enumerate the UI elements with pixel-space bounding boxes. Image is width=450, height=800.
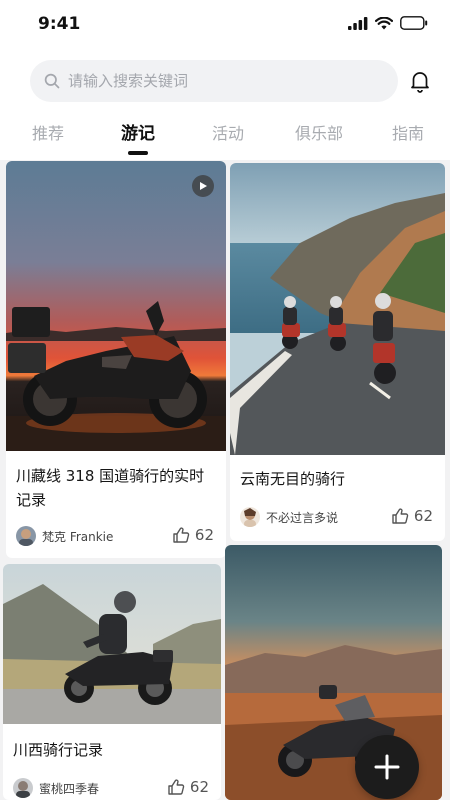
tab-clubs[interactable]: 俱乐部 <box>295 120 343 144</box>
tab-recommend[interactable]: 推荐 <box>32 120 64 144</box>
post-author[interactable]: 不必过言多说 <box>240 507 338 527</box>
cellular-signal-icon <box>348 16 368 30</box>
bell-icon <box>411 72 429 93</box>
post-image <box>3 564 221 724</box>
active-tab-indicator <box>128 151 148 155</box>
post-title: 云南无目的骑行 <box>240 470 346 488</box>
plus-icon <box>374 754 400 780</box>
author-name: 蜜桃四季春 <box>39 781 100 796</box>
search-icon <box>44 73 60 89</box>
status-icons <box>348 16 428 30</box>
play-icon <box>200 182 207 190</box>
thumbs-up-icon <box>392 508 409 524</box>
status-time: 9:41 <box>38 14 81 34</box>
post-card[interactable]: 川藏线 318 国道骑行的实时记录 梵克 Frankie 62 <box>6 161 226 558</box>
post-card[interactable]: 云南无目的骑行 不必过言多说 62 <box>230 163 445 541</box>
wifi-icon <box>375 16 393 29</box>
like-button[interactable]: 62 <box>391 507 433 525</box>
post-author[interactable]: 梵克 Frankie <box>16 526 113 546</box>
notification-button[interactable] <box>408 69 432 97</box>
like-button[interactable]: 62 <box>172 526 214 544</box>
header: 9:41 请输入搜索关键词 推荐 游记 活动 俱乐部 指南 <box>0 0 450 160</box>
post-image <box>230 163 445 455</box>
post-image <box>6 161 226 451</box>
tab-events[interactable]: 活动 <box>212 120 244 144</box>
author-name: 梵克 Frankie <box>42 529 114 544</box>
create-post-button[interactable] <box>355 735 419 799</box>
avatar <box>13 778 33 798</box>
avatar <box>16 526 36 546</box>
post-title: 川西骑行记录 <box>13 741 104 759</box>
avatar <box>240 507 260 527</box>
like-count: 62 <box>189 778 209 796</box>
status-bar: 9:41 <box>0 0 450 48</box>
post-author[interactable]: 蜜桃四季春 <box>13 778 99 798</box>
category-tabs: 推荐 游记 活动 俱乐部 指南 <box>0 112 450 156</box>
thumbs-up-icon <box>173 527 190 543</box>
search-input[interactable] <box>68 72 368 90</box>
post-title: 川藏线 318 国道骑行的实时记录 <box>16 467 205 509</box>
thumbs-up-icon <box>168 779 185 795</box>
tab-travelogue[interactable]: 游记 <box>121 119 155 144</box>
author-name: 不必过言多说 <box>266 510 339 525</box>
search-row <box>0 60 450 102</box>
battery-icon <box>400 16 428 30</box>
like-count: 62 <box>194 526 214 544</box>
post-card[interactable]: 川西骑行记录 蜜桃四季春 62 <box>3 564 221 800</box>
tab-guides[interactable]: 指南 <box>392 120 424 144</box>
video-badge <box>192 175 214 197</box>
search-bar[interactable] <box>30 60 398 102</box>
like-count: 62 <box>413 507 433 525</box>
like-button[interactable]: 62 <box>167 778 209 796</box>
